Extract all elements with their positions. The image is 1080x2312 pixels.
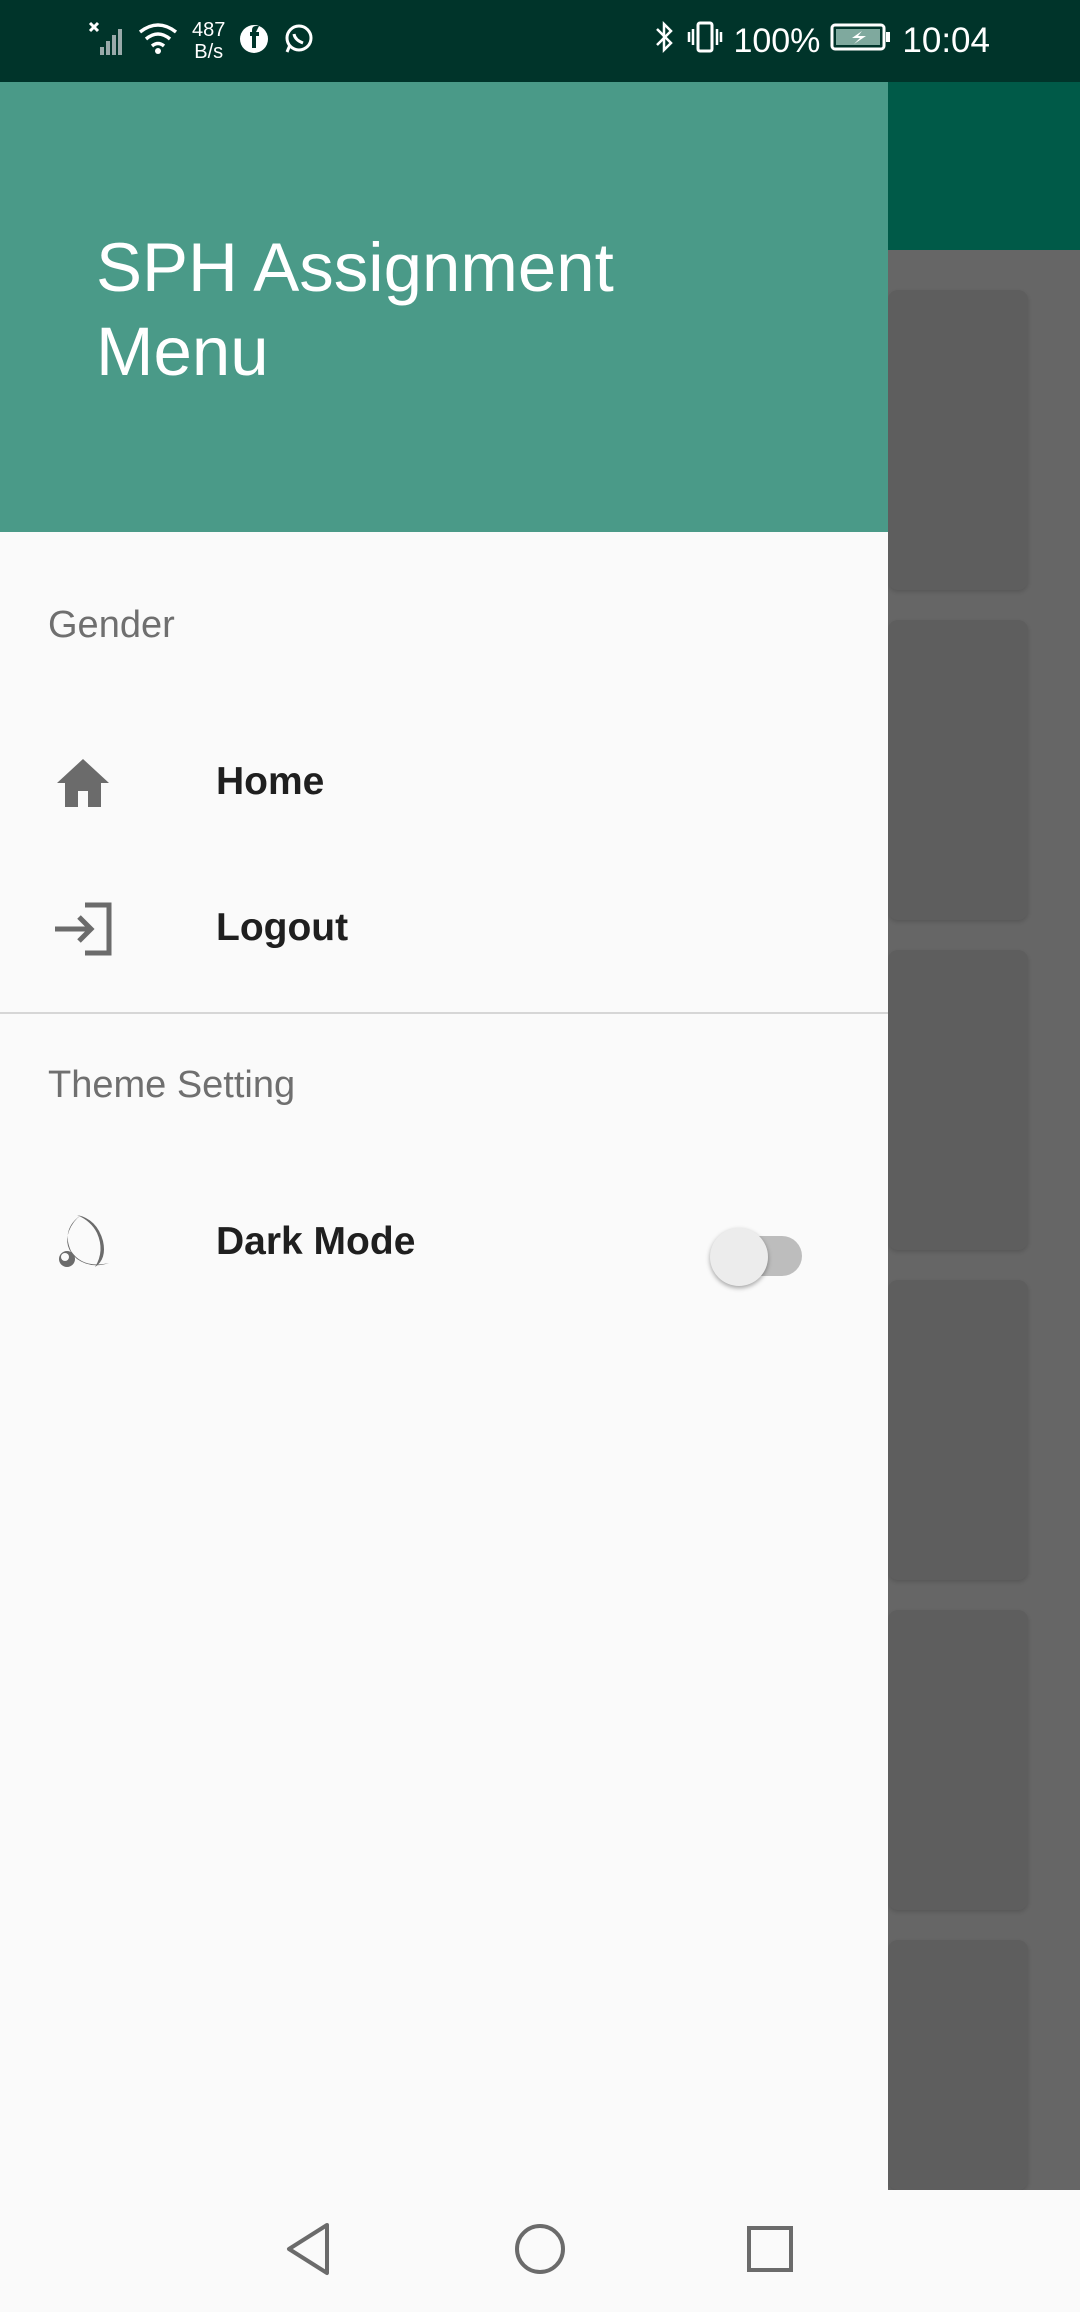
navigation-drawer: SPH Assignment Menu Gender Home Logout T…	[0, 82, 888, 2190]
drawer-title: SPH Assignment Menu	[96, 229, 614, 390]
back-button[interactable]	[272, 2215, 344, 2287]
wifi-icon	[138, 22, 178, 61]
background-app-bar	[888, 82, 1080, 250]
recents-button[interactable]	[734, 2215, 806, 2287]
home-icon	[50, 752, 116, 814]
background-card	[888, 1280, 1028, 1580]
network-speed-unit: B/s	[194, 41, 224, 63]
menu-label-dark-mode: Dark Mode	[216, 1220, 416, 1263]
system-nav-bar	[0, 2190, 1080, 2312]
whatsapp-icon	[283, 23, 315, 60]
background-card	[888, 620, 1028, 920]
status-bar-left: 487 B/s	[88, 0, 315, 82]
battery-charging-icon	[830, 22, 892, 61]
section-label-gender: Gender	[48, 604, 175, 646]
background-card	[888, 1940, 1028, 2190]
status-bar: 487 B/s 100% 10:04	[0, 0, 1080, 82]
menu-item-logout[interactable]: Logout	[0, 858, 888, 998]
menu-item-home[interactable]: Home	[0, 712, 888, 852]
section-divider	[0, 1012, 888, 1014]
facebook-icon	[239, 24, 269, 59]
bluetooth-icon	[653, 19, 677, 64]
recents-icon	[745, 2224, 795, 2279]
home-circle-icon	[512, 2221, 568, 2282]
status-bar-right: 100% 10:04	[653, 0, 990, 82]
background-card	[888, 1610, 1028, 1910]
signal-off-icon	[88, 21, 124, 62]
back-icon	[283, 2221, 333, 2282]
vibrate-icon	[687, 19, 723, 64]
login-icon	[50, 898, 116, 960]
section-label-theme-setting: Theme Setting	[48, 1064, 296, 1106]
network-speed: 487 B/s	[192, 19, 225, 63]
toggle-thumb	[710, 1228, 768, 1286]
menu-item-dark-mode[interactable]: Dark Mode	[0, 1172, 888, 1312]
network-speed-value: 487	[192, 19, 226, 41]
clock: 10:04	[902, 21, 990, 60]
home-button[interactable]	[504, 2215, 576, 2287]
background-card	[888, 290, 1028, 590]
battery-percent: 100%	[733, 21, 821, 60]
drawer-header: SPH Assignment Menu	[0, 82, 888, 532]
menu-label-logout: Logout	[216, 906, 349, 949]
dark-mode-toggle[interactable]	[710, 1220, 806, 1286]
moon-icon	[50, 1212, 116, 1274]
background-card	[888, 950, 1028, 1250]
menu-label-home: Home	[216, 760, 325, 803]
